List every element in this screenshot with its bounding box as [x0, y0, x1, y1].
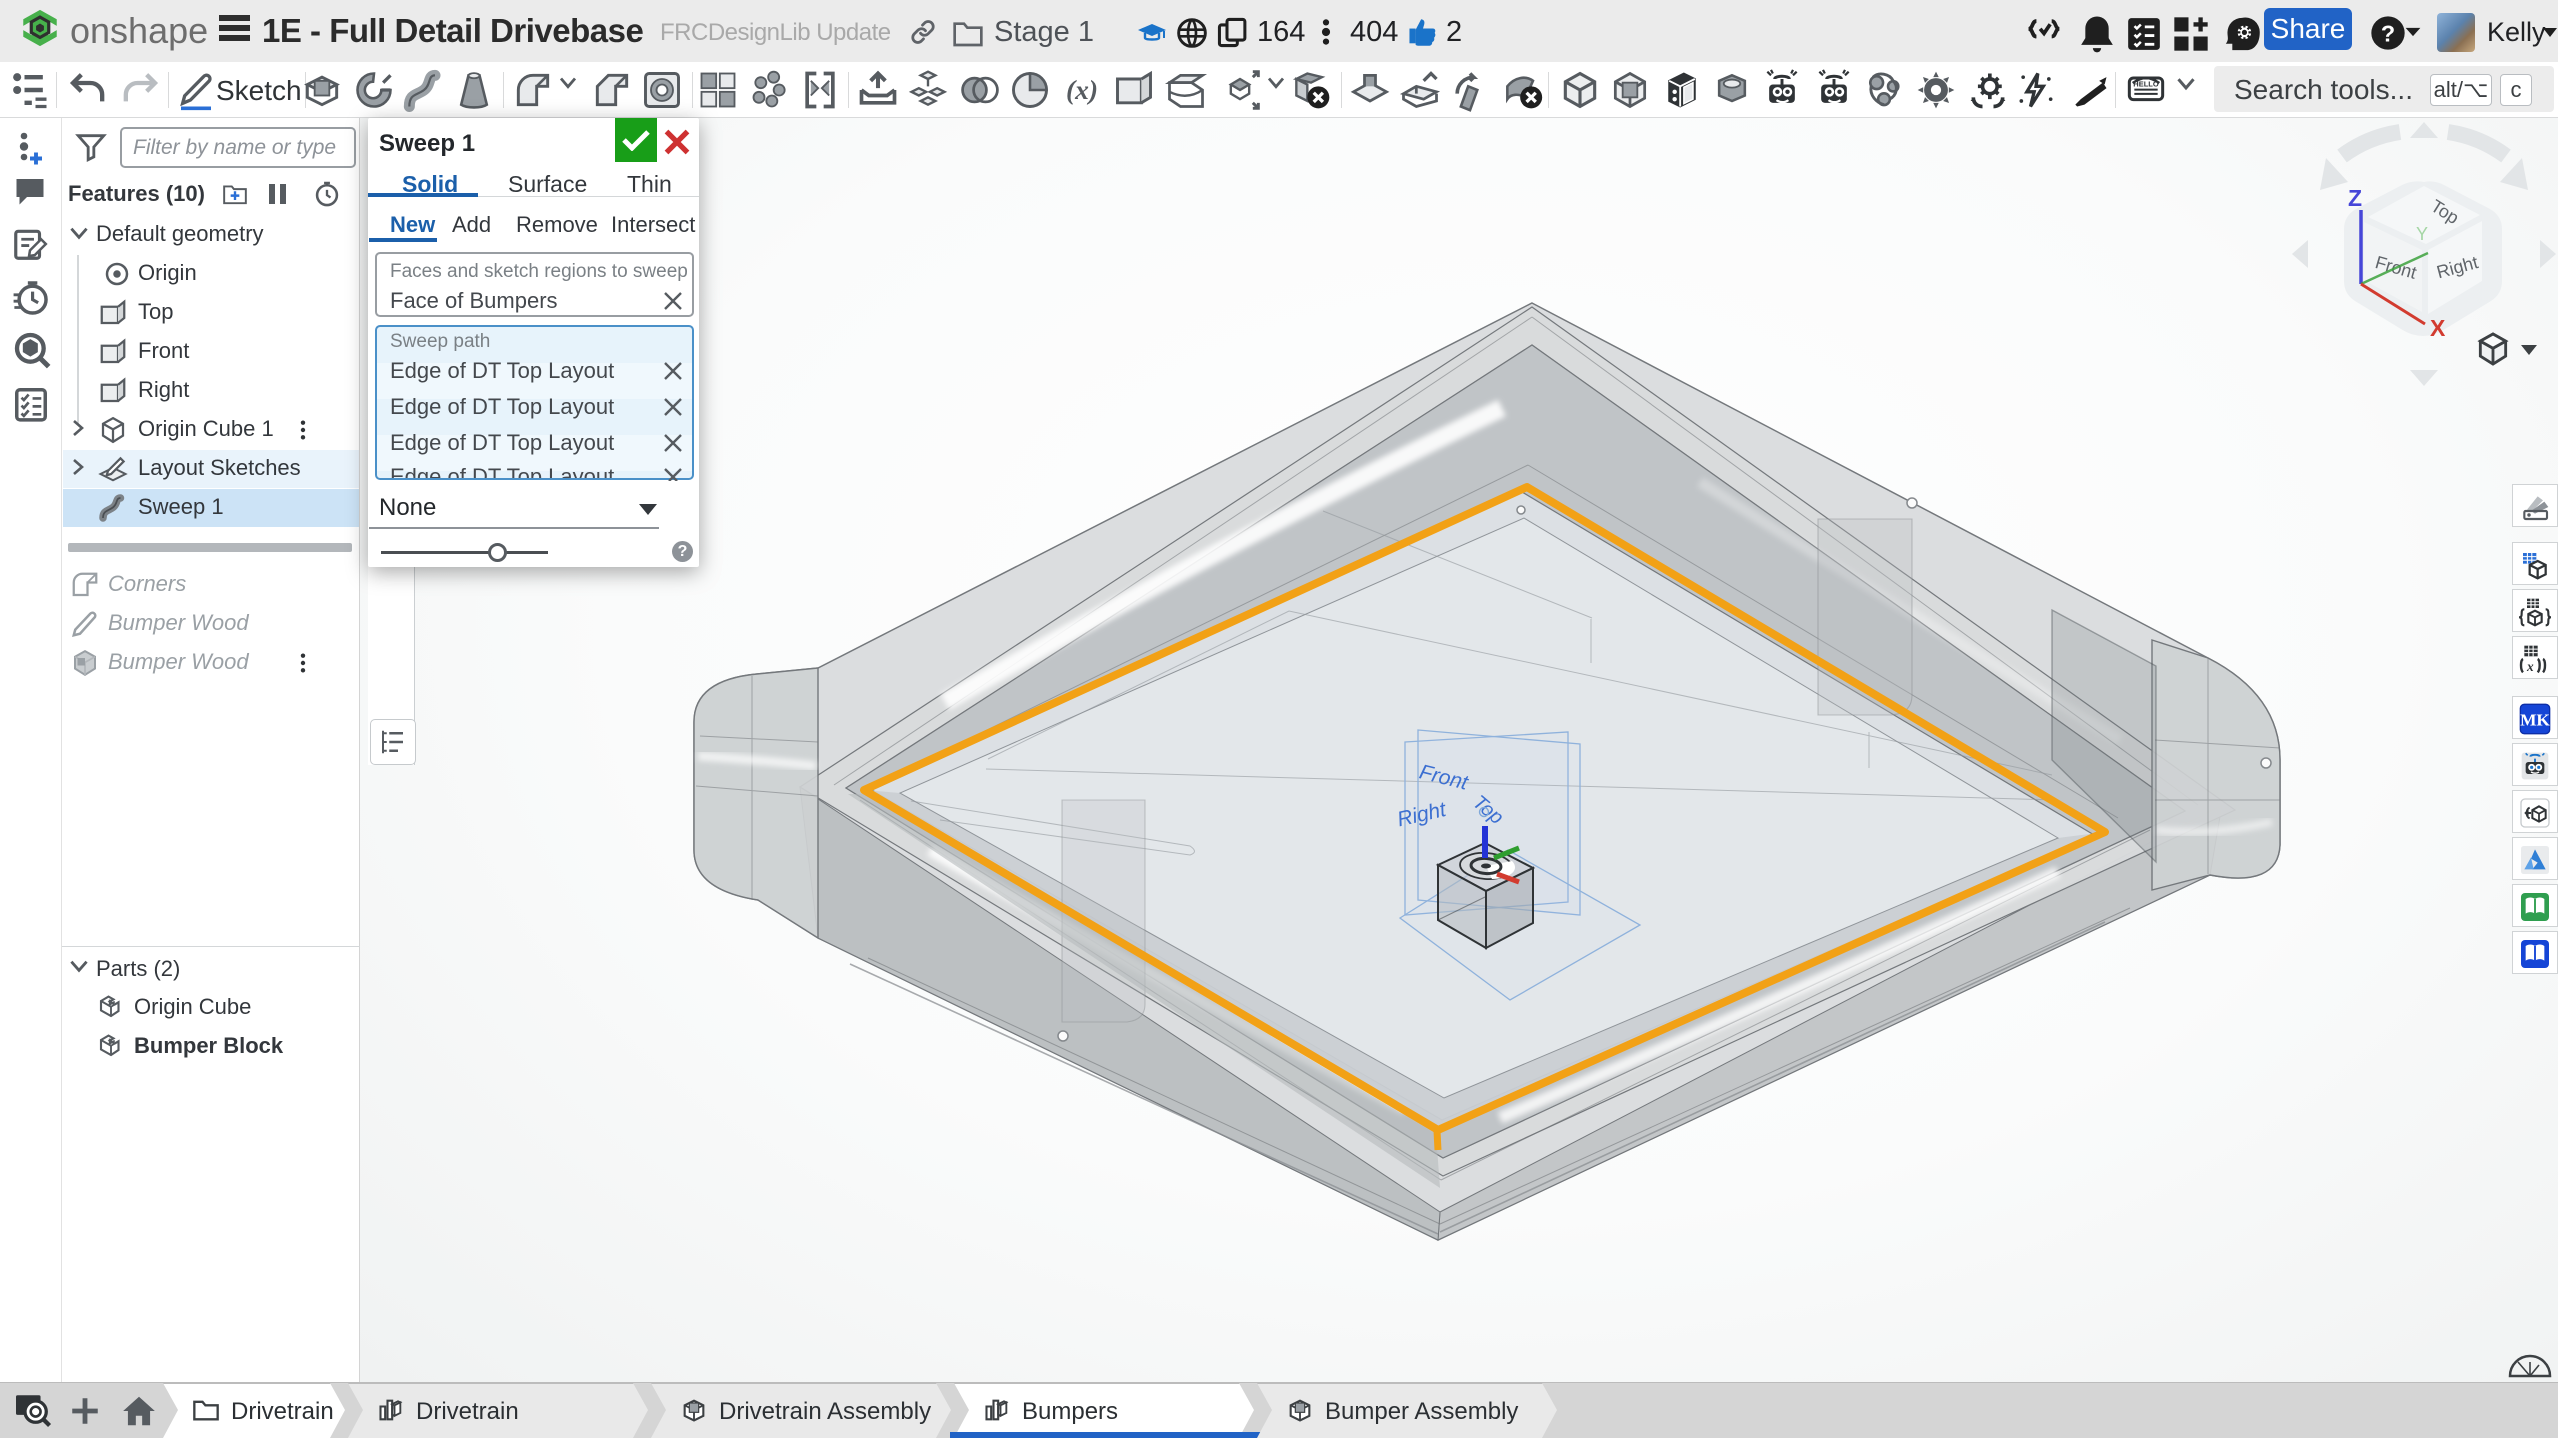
- svg-text:x: x: [2526, 659, 2534, 674]
- svg-text:(x): (x): [1066, 74, 1098, 105]
- svg-text:Y: Y: [2416, 224, 2428, 244]
- svg-text:Z: Z: [2348, 185, 2362, 211]
- svg-text:?: ?: [2381, 20, 2395, 46]
- svg-text:HELLO: HELLO: [2133, 79, 2159, 88]
- svg-text:MK: MK: [2520, 711, 2550, 730]
- svg-text:X: X: [2430, 315, 2446, 341]
